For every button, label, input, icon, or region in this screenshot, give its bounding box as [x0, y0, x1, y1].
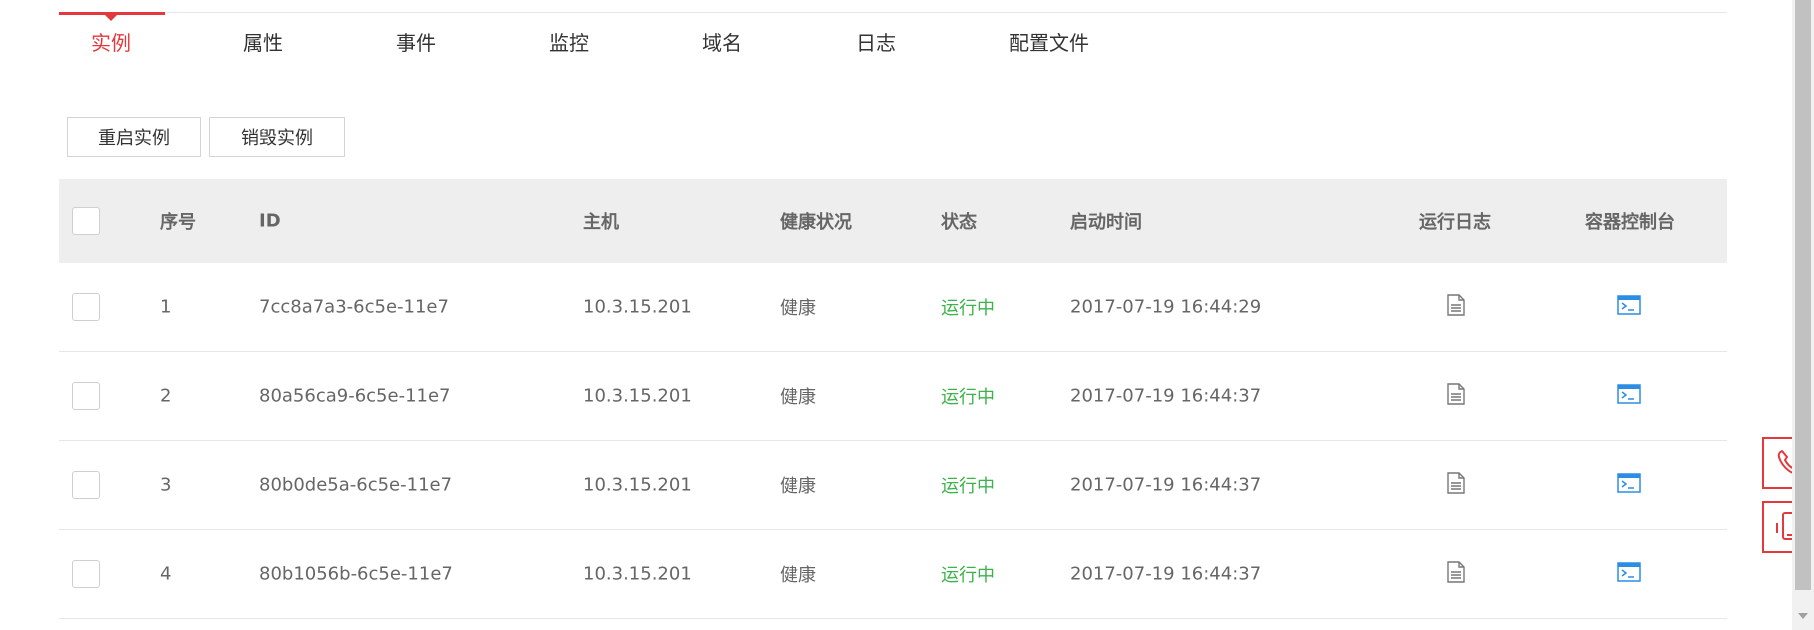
- row-checkbox[interactable]: [72, 560, 100, 588]
- restart-instance-button[interactable]: 重启实例: [67, 117, 201, 157]
- row-seq: 3: [160, 474, 172, 496]
- tab-monitoring[interactable]: 监控: [549, 27, 589, 56]
- tab-instances[interactable]: 实例: [91, 27, 131, 56]
- header-health: 健康状况: [780, 212, 852, 233]
- row-checkbox[interactable]: [72, 382, 100, 410]
- table-row: 3 80b0de5a-6c5e-11e7 10.3.15.201 健康 运行中 …: [59, 441, 1727, 530]
- scrollbar-thumb[interactable]: [1795, 0, 1811, 590]
- row-seq: 1: [160, 296, 172, 318]
- row-health: 健康: [780, 565, 816, 586]
- row-host: 10.3.15.201: [583, 563, 692, 585]
- row-host: 10.3.15.201: [583, 385, 692, 407]
- header-seq: 序号: [160, 212, 196, 233]
- page-content: 实例 属性 事件 监控 域名 日志 配置文件 重启实例 销毁实例 序号 ID 主…: [0, 0, 1790, 630]
- table-header: 序号 ID 主机 健康状况 状态 启动时间 运行日志 容器控制台: [59, 179, 1727, 263]
- active-tab-caret: [105, 15, 117, 21]
- row-seq: 4: [160, 563, 172, 585]
- instances-table: 序号 ID 主机 健康状况 状态 启动时间 运行日志 容器控制台 1 7cc8a…: [59, 179, 1727, 619]
- row-id: 80b0de5a-6c5e-11e7: [259, 474, 453, 496]
- row-status: 运行中: [941, 387, 995, 408]
- row-health: 健康: [780, 476, 816, 497]
- scroll-down-arrow-icon[interactable]: [1792, 602, 1814, 630]
- table-row: 1 7cc8a7a3-6c5e-11e7 10.3.15.201 健康 运行中 …: [59, 263, 1727, 352]
- header-status: 状态: [941, 212, 977, 233]
- document-icon[interactable]: [1447, 294, 1465, 320]
- row-health: 健康: [780, 387, 816, 408]
- tab-logs[interactable]: 日志: [856, 27, 896, 56]
- row-status: 运行中: [941, 298, 995, 319]
- header-console: 容器控制台: [1585, 212, 1675, 233]
- table-row: 4 80b1056b-6c5e-11e7 10.3.15.201 健康 运行中 …: [59, 530, 1727, 619]
- row-seq: 2: [160, 385, 172, 407]
- select-all-checkbox[interactable]: [72, 207, 100, 235]
- row-start-time: 2017-07-19 16:44:29: [1070, 296, 1262, 318]
- tab-domains[interactable]: 域名: [702, 27, 742, 56]
- terminal-icon[interactable]: [1617, 473, 1641, 497]
- table-row: 2 80a56ca9-6c5e-11e7 10.3.15.201 健康 运行中 …: [59, 352, 1727, 441]
- row-health: 健康: [780, 298, 816, 319]
- header-host: 主机: [583, 212, 619, 233]
- destroy-instance-button[interactable]: 销毁实例: [209, 117, 345, 157]
- tab-events[interactable]: 事件: [396, 27, 436, 56]
- row-checkbox[interactable]: [72, 293, 100, 321]
- document-icon[interactable]: [1447, 472, 1465, 498]
- row-start-time: 2017-07-19 16:44:37: [1070, 474, 1262, 496]
- document-icon[interactable]: [1447, 561, 1465, 587]
- row-id: 80b1056b-6c5e-11e7: [259, 563, 453, 585]
- terminal-icon[interactable]: [1617, 295, 1641, 319]
- tab-properties[interactable]: 属性: [243, 27, 283, 56]
- tab-config-files[interactable]: 配置文件: [1009, 27, 1089, 56]
- terminal-icon[interactable]: [1617, 384, 1641, 408]
- header-id: ID: [259, 210, 281, 232]
- row-status: 运行中: [941, 565, 995, 586]
- row-start-time: 2017-07-19 16:44:37: [1070, 385, 1262, 407]
- row-host: 10.3.15.201: [583, 474, 692, 496]
- row-start-time: 2017-07-19 16:44:37: [1070, 563, 1262, 585]
- row-id: 7cc8a7a3-6c5e-11e7: [259, 296, 449, 318]
- header-run-log: 运行日志: [1419, 212, 1491, 233]
- vertical-scrollbar[interactable]: [1792, 0, 1814, 630]
- tab-bar: 实例 属性 事件 监控 域名 日志 配置文件: [59, 12, 1727, 81]
- document-icon[interactable]: [1447, 383, 1465, 409]
- row-id: 80a56ca9-6c5e-11e7: [259, 385, 451, 407]
- row-host: 10.3.15.201: [583, 296, 692, 318]
- row-checkbox[interactable]: [72, 471, 100, 499]
- row-status: 运行中: [941, 476, 995, 497]
- header-start-time: 启动时间: [1070, 212, 1142, 233]
- terminal-icon[interactable]: [1617, 562, 1641, 586]
